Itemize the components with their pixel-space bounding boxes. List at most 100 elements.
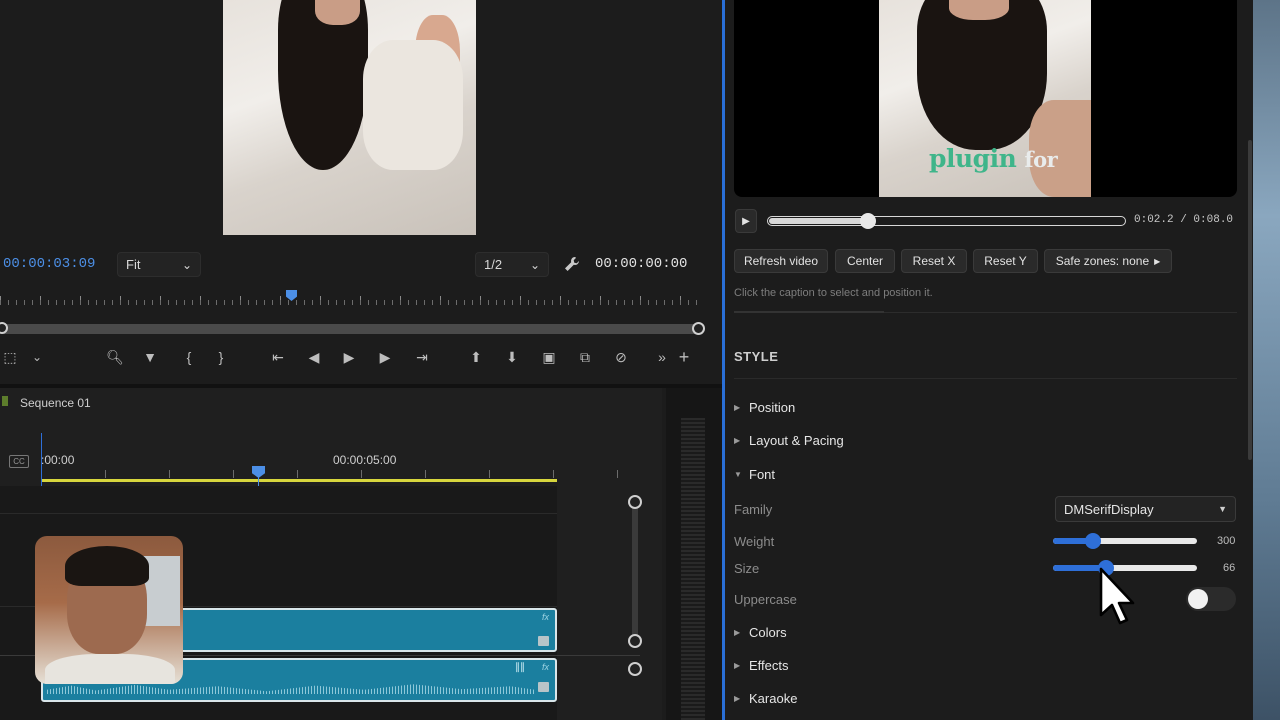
captions-cc-icon[interactable]: CC [9, 455, 29, 468]
chevron-down-icon: ⌄ [529, 257, 540, 272]
section-effects[interactable]: ▶︎ Effects [734, 658, 789, 673]
go-to-in-icon[interactable]: ⇤ [268, 347, 288, 367]
mouse-cursor-icon [1099, 567, 1137, 636]
add-button-icon[interactable]: + [674, 347, 694, 367]
caption-word-active: plugin [929, 144, 1017, 173]
safe-zones-label: Safe zones: none [1055, 254, 1150, 268]
section-layout-pacing[interactable]: ▶︎ Layout & Pacing [734, 433, 844, 448]
reset-y-button[interactable]: Reset Y [973, 249, 1038, 273]
fx-badge-icon: fx [541, 662, 549, 672]
section-layout-label: Layout & Pacing [749, 433, 844, 448]
center-button[interactable]: Center [835, 249, 895, 273]
caret-right-icon: ▶︎ [734, 436, 741, 445]
step-forward-icon[interactable]: ▶︎ [375, 347, 395, 367]
style-heading-separator [734, 378, 1237, 379]
extract-icon[interactable]: ⬇︎ [502, 347, 522, 367]
monitor-zoom-scrollbar[interactable] [0, 324, 700, 334]
step-back-icon[interactable]: ◀︎ [304, 347, 324, 367]
play-icon[interactable]: ▶︎ [339, 347, 359, 367]
audio-meter [681, 418, 705, 720]
refresh-video-button[interactable]: Refresh video [734, 249, 828, 273]
caption-word: for [1024, 147, 1058, 172]
current-timecode[interactable]: 00:00:03:09 [3, 256, 95, 272]
program-monitor-video[interactable] [223, 0, 476, 235]
scroll-handle-bottom[interactable] [628, 634, 642, 648]
ruler-mark-label: 00:00:05:00 [333, 453, 397, 467]
font-size-value: 66 [1223, 562, 1236, 574]
scrollbar-handle-right[interactable] [692, 322, 705, 335]
caret-right-icon: ▶︎ [1154, 256, 1161, 266]
section-font-label: Font [749, 467, 776, 482]
audio-waveform-icon: ∥∥ [515, 662, 525, 673]
scrubber-knob[interactable] [860, 213, 876, 229]
plugin-scrollbar[interactable] [1248, 140, 1252, 460]
font-weight-label: Weight [734, 534, 775, 549]
selection-marquee-icon[interactable]: ⬚ [0, 347, 20, 367]
wrench-icon[interactable] [562, 254, 582, 274]
caret-right-icon: ▶︎ [734, 694, 741, 703]
chevron-down-icon: ⌄ [181, 257, 192, 272]
toggle-knob [1188, 589, 1208, 609]
monitor-time-ruler[interactable] [0, 291, 700, 305]
mark-in-icon[interactable]: { [179, 347, 199, 367]
sequence-tab[interactable]: Sequence 01 [20, 396, 91, 410]
hint-text: Click the caption to select and position… [734, 287, 933, 299]
add-marker-icon[interactable]: ▼ [140, 347, 160, 367]
section-colors-label: Colors [749, 625, 787, 640]
section-effects-label: Effects [749, 658, 789, 673]
play-button[interactable]: ▶︎ [735, 209, 757, 233]
comparison-view-icon[interactable]: ⧉ [575, 347, 595, 367]
section-position-label: Position [749, 400, 796, 415]
resolution-value: 1/2 [484, 257, 503, 272]
preview-video[interactable]: plugin for [879, 0, 1091, 197]
section-colors[interactable]: ▶︎ Colors [734, 625, 787, 640]
video-clip[interactable]: fx [176, 608, 557, 652]
camera-icon[interactable]: ▣ [539, 347, 559, 367]
chevron-down-icon: ▼ [1218, 504, 1227, 514]
style-heading: STYLE [734, 349, 779, 364]
webcam-person-hair [65, 546, 149, 586]
safe-zones-button[interactable]: Safe zones: none ▶︎ [1044, 249, 1172, 273]
desktop-background-edge [1253, 0, 1280, 720]
clip-thumbnail-icon [538, 636, 549, 646]
caret-right-icon: ▶︎ [734, 403, 741, 412]
zoom-search-icon[interactable]: 🔍︎ [105, 347, 125, 367]
font-weight-slider[interactable] [1053, 533, 1197, 549]
track-divider [0, 513, 557, 514]
section-karaoke[interactable]: ▶︎ Karaoke [734, 691, 797, 706]
go-to-out-icon[interactable]: ⇥ [412, 347, 432, 367]
player-time: 0:02.2 / 0:08.0 [1134, 214, 1234, 226]
font-family-select[interactable]: DMSerifDisplay ▼ [1055, 496, 1236, 522]
hint-separator-highlight [734, 311, 884, 313]
font-family-label: Family [734, 502, 773, 517]
vr-video-icon[interactable]: ⊘ [611, 347, 631, 367]
scroll-handle-top[interactable] [628, 495, 642, 509]
caret-down-icon: ▼ [734, 470, 742, 479]
timeline-vertical-scrollbar[interactable] [632, 500, 638, 640]
resolution-dropdown[interactable]: 1/2 ⌄ [475, 252, 549, 277]
clip-thumbnail-icon [538, 682, 549, 692]
font-size-label: Size [734, 561, 760, 576]
lift-icon[interactable]: ⬆︎ [466, 347, 486, 367]
timeline-ruler-ticks[interactable] [41, 470, 631, 478]
uppercase-label: Uppercase [734, 592, 797, 607]
section-font[interactable]: ▼ Font [734, 467, 775, 482]
ruler-start-label: :00:00 [41, 453, 75, 467]
weight-slider-thumb[interactable] [1085, 533, 1101, 549]
mark-out-icon[interactable]: } [211, 347, 231, 367]
work-area-bar[interactable] [41, 479, 557, 482]
premiere-pro-window: 00:00:03:09 Fit ⌄ 1/2 ⌄ 00:00:00:00 ⬚ ⌄ … [0, 0, 722, 720]
player-scrubber[interactable] [767, 213, 1126, 229]
uppercase-toggle[interactable] [1186, 587, 1236, 611]
scroll-handle-audio[interactable] [628, 662, 642, 676]
preview-caption[interactable]: plugin for [929, 144, 1058, 173]
chevron-down-icon[interactable]: ⌄ [27, 347, 47, 367]
zoom-dropdown[interactable]: Fit ⌄ [117, 252, 201, 277]
reset-x-button[interactable]: Reset X [901, 249, 967, 273]
webcam-person-shirt [45, 654, 175, 684]
section-position[interactable]: ▶︎ Position [734, 400, 795, 415]
more-controls-icon[interactable]: » [652, 347, 672, 367]
play-icon: ▶︎ [742, 215, 750, 227]
scrubber-progress [769, 218, 869, 224]
webcam-overlay [35, 536, 183, 684]
